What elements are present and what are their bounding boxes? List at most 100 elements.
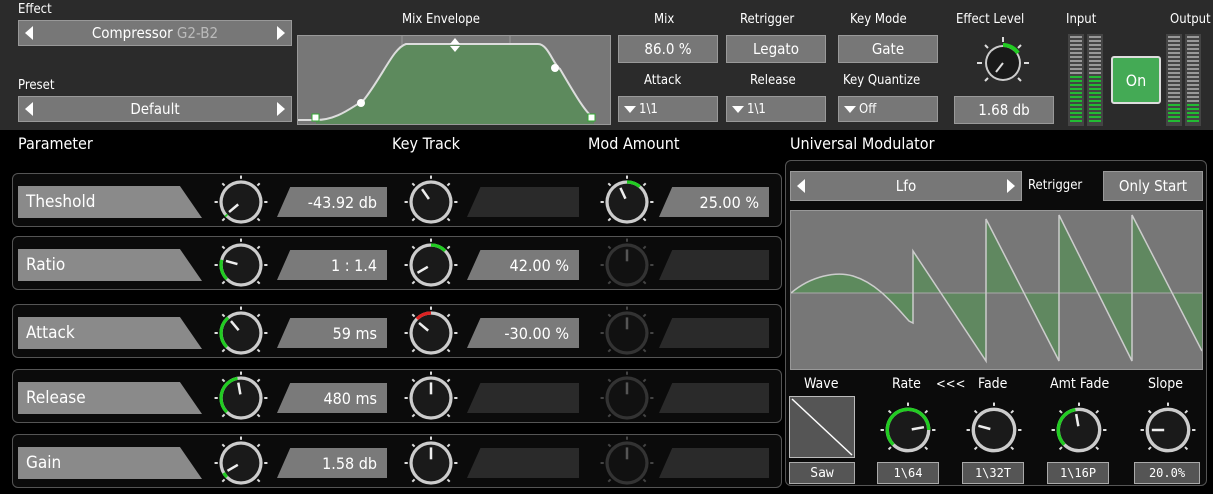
parameter-name[interactable]: Theshold bbox=[18, 186, 202, 218]
attack-value: 1\1 bbox=[639, 101, 658, 117]
slope-label: Slope bbox=[1148, 376, 1183, 392]
wave-label: Wave bbox=[804, 376, 839, 392]
rate-value[interactable]: 1\64 bbox=[877, 462, 939, 484]
preset-name: Default bbox=[130, 100, 180, 118]
parameter-value[interactable]: -43.92 db bbox=[277, 187, 387, 217]
effect-level-value[interactable]: 1.68 db bbox=[954, 96, 1054, 124]
mod-amount-value[interactable]: 25.00 % bbox=[659, 187, 769, 217]
retrigger-value[interactable]: Legato bbox=[726, 35, 826, 63]
amt-fade-value[interactable]: 1\16P bbox=[1047, 462, 1109, 484]
preset-selector[interactable]: Default bbox=[18, 96, 292, 122]
parameter-name[interactable]: Gain bbox=[18, 447, 202, 479]
prev-arrow-icon[interactable] bbox=[25, 102, 33, 116]
key-quantize-label: Key Quantize bbox=[843, 73, 921, 88]
mod-amount-value bbox=[659, 250, 769, 280]
parameter-value[interactable]: 1 : 1.4 bbox=[277, 250, 387, 280]
mod-amount-knob bbox=[600, 238, 654, 296]
key-mode-label: Key Mode bbox=[850, 12, 907, 27]
effect-level-knob[interactable] bbox=[976, 36, 1030, 94]
modulator-source: Lfo bbox=[895, 177, 917, 195]
key-track-knob[interactable] bbox=[404, 175, 458, 233]
lfo-waveform-display bbox=[790, 210, 1203, 370]
value-knob[interactable] bbox=[214, 306, 268, 364]
mix-envelope-label: Mix Envelope bbox=[402, 12, 480, 27]
mix-envelope-editor[interactable] bbox=[297, 35, 611, 125]
key-track-knob[interactable] bbox=[404, 371, 458, 429]
mod-amount-value bbox=[659, 448, 769, 478]
mod-amount-value bbox=[659, 318, 769, 348]
fade-value[interactable]: 1\32T bbox=[962, 462, 1024, 484]
key-quantize-value: Off bbox=[859, 101, 877, 117]
slope-value[interactable]: 20.0% bbox=[1134, 462, 1200, 484]
amt-fade-label: Amt Fade bbox=[1050, 376, 1110, 392]
value-knob[interactable] bbox=[214, 371, 268, 429]
modulator-source-selector[interactable]: Lfo bbox=[790, 171, 1022, 201]
mix-value[interactable]: 86.0 % bbox=[618, 35, 718, 63]
value-knob[interactable] bbox=[214, 175, 268, 233]
rate-label: Rate bbox=[892, 376, 921, 392]
parameter-name[interactable]: Ratio bbox=[18, 249, 202, 281]
prev-arrow-icon[interactable] bbox=[25, 26, 33, 40]
mod-amount-knob bbox=[600, 436, 654, 494]
effect-level-label: Effect Level bbox=[956, 12, 1025, 27]
rate-knob[interactable] bbox=[880, 402, 936, 462]
key-mode-value[interactable]: Gate bbox=[838, 35, 938, 63]
value-knob[interactable] bbox=[214, 436, 268, 494]
parameter-name[interactable]: Release bbox=[18, 382, 202, 414]
mod-retrigger-value[interactable]: Only Start bbox=[1103, 171, 1203, 201]
input-label: Input bbox=[1066, 12, 1097, 27]
release-label: Release bbox=[750, 73, 796, 88]
key-track-value bbox=[467, 383, 579, 413]
key-track-knob[interactable] bbox=[404, 436, 458, 494]
input-meter bbox=[1068, 34, 1104, 126]
effect-selector[interactable]: Compressor G2-B2 bbox=[18, 20, 292, 46]
mix-label: Mix bbox=[654, 12, 675, 27]
key-quantize-dropdown[interactable]: Off bbox=[838, 96, 938, 122]
knob-icon bbox=[977, 37, 1029, 82]
wave-value[interactable]: Saw bbox=[789, 462, 855, 484]
key-track-value[interactable]: 42.00 % bbox=[467, 250, 579, 280]
parameter-header: Parameter bbox=[18, 134, 93, 153]
attack-dropdown[interactable]: 1\1 bbox=[618, 96, 718, 122]
parameter-name[interactable]: Attack bbox=[18, 317, 202, 349]
next-arrow-icon[interactable] bbox=[277, 26, 285, 40]
effect-label: Effect bbox=[18, 2, 52, 17]
mod-amount-knob[interactable] bbox=[600, 175, 654, 233]
key-track-header: Key Track bbox=[392, 134, 461, 153]
dropdown-arrow-icon bbox=[844, 105, 856, 113]
next-arrow-icon[interactable] bbox=[1006, 179, 1015, 193]
rate-sync-arrows[interactable]: <<< bbox=[936, 377, 965, 392]
parameter-value[interactable]: 1.58 db bbox=[277, 448, 387, 478]
effect-name: Compressor bbox=[91, 24, 173, 42]
waveform-icon bbox=[790, 214, 1203, 364]
key-track-knob[interactable] bbox=[404, 306, 458, 364]
fade-knob[interactable] bbox=[966, 402, 1022, 462]
wave-shape-selector[interactable] bbox=[789, 396, 855, 458]
dropdown-arrow-icon bbox=[732, 105, 744, 113]
saw-wave-icon bbox=[791, 398, 853, 456]
key-track-value[interactable]: -30.00 % bbox=[467, 318, 579, 348]
next-arrow-icon[interactable] bbox=[277, 102, 285, 116]
on-button[interactable]: On bbox=[1111, 56, 1161, 104]
slope-knob[interactable] bbox=[1140, 402, 1196, 462]
release-dropdown[interactable]: 1\1 bbox=[726, 96, 826, 122]
value-knob[interactable] bbox=[214, 238, 268, 296]
mod-amount-knob bbox=[600, 371, 654, 429]
parameter-value[interactable]: 480 ms bbox=[277, 383, 387, 413]
mod-amount-header: Mod Amount bbox=[588, 134, 680, 153]
prev-arrow-icon[interactable] bbox=[797, 179, 805, 193]
dropdown-arrow-icon bbox=[624, 105, 636, 113]
parameter-value[interactable]: 59 ms bbox=[277, 318, 387, 348]
retrigger-label: Retrigger bbox=[740, 12, 795, 27]
output-meter bbox=[1166, 34, 1202, 126]
amt-fade-knob[interactable] bbox=[1051, 402, 1107, 462]
preset-label: Preset bbox=[18, 78, 55, 93]
release-value: 1\1 bbox=[747, 101, 766, 117]
attack-label: Attack bbox=[644, 73, 682, 88]
fade-label: Fade bbox=[978, 376, 1008, 392]
key-track-value bbox=[467, 448, 579, 478]
key-track-knob[interactable] bbox=[404, 238, 458, 296]
mod-amount-value bbox=[659, 383, 769, 413]
output-label: Output bbox=[1170, 12, 1211, 27]
mod-retrigger-label: Retrigger bbox=[1028, 178, 1083, 193]
